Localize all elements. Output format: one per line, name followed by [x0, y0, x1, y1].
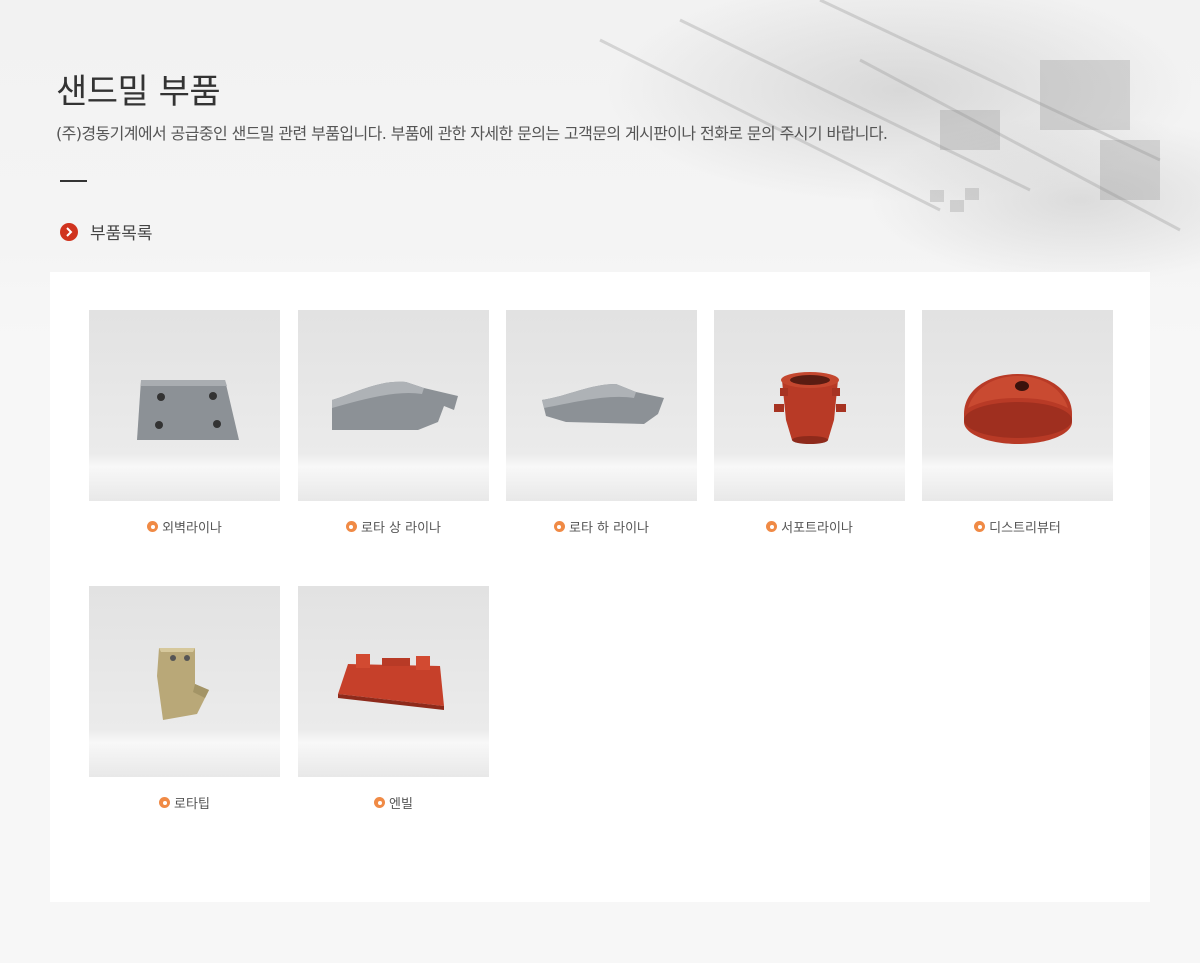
product-caption[interactable]: 외벽라이나	[89, 517, 280, 536]
product-caption[interactable]: 엔빌	[298, 793, 489, 812]
product-name[interactable]: 외벽라이나	[162, 517, 222, 536]
product-caption[interactable]: 디스트리뷰터	[922, 517, 1113, 536]
bullet-icon	[345, 521, 357, 532]
product-caption[interactable]: 로타 상 라이나	[298, 517, 489, 536]
bullet-icon	[553, 521, 565, 532]
product-name[interactable]: 로타 하 라이나	[569, 517, 649, 536]
product-item[interactable]: 외벽라이나	[89, 310, 280, 536]
section-heading: 부품목록	[60, 219, 153, 244]
bullet-icon	[974, 521, 986, 532]
title-divider	[60, 180, 87, 182]
product-image-rotor-lower-liner[interactable]	[506, 310, 697, 501]
product-image-distributor[interactable]	[922, 310, 1113, 501]
product-image-rotor-tip[interactable]	[89, 586, 280, 777]
product-image-support-liner[interactable]	[714, 310, 905, 501]
product-item[interactable]: 디스트리뷰터	[922, 310, 1113, 536]
product-name[interactable]: 서포트라이나	[781, 517, 853, 536]
product-caption[interactable]: 로타 하 라이나	[506, 517, 697, 536]
product-item[interactable]: 서포트라이나	[714, 310, 905, 536]
product-caption[interactable]: 서포트라이나	[714, 517, 905, 536]
page-header: 샌드밀 부품	[56, 64, 221, 113]
bullet-icon	[766, 521, 778, 532]
product-item[interactable]: 로타팁	[89, 586, 280, 812]
page-title: 샌드밀 부품	[56, 72, 221, 112]
page-description: (주)경동기계에서 공급중인 샌드밀 관련 부품입니다. 부품에 관한 자세한 …	[56, 124, 888, 143]
product-item[interactable]: 로타 상 라이나	[298, 310, 489, 536]
product-image-rotor-upper-liner[interactable]	[298, 310, 489, 501]
product-name[interactable]: 엔빌	[389, 793, 413, 812]
product-name[interactable]: 로타팁	[174, 793, 210, 812]
bullet-icon	[159, 797, 171, 808]
product-item[interactable]: 엔빌	[298, 586, 489, 812]
chevron-right-icon	[60, 222, 78, 241]
bullet-icon	[147, 521, 159, 532]
product-caption[interactable]: 로타팁	[89, 793, 280, 812]
product-name[interactable]: 로타 상 라이나	[361, 517, 441, 536]
product-name[interactable]: 디스트리뷰터	[989, 517, 1061, 536]
section-label: 부품목록	[90, 224, 153, 244]
product-image-anvil[interactable]	[298, 586, 489, 777]
product-item[interactable]: 로타 하 라이나	[506, 310, 697, 536]
product-list-panel: 외벽라이나 로타 상 라이나 로타 하 라이나 서포트라이나 디스트리뷰터 로타…	[50, 272, 1150, 902]
bullet-icon	[374, 797, 386, 808]
product-image-outer-wall-liner[interactable]	[89, 310, 280, 501]
